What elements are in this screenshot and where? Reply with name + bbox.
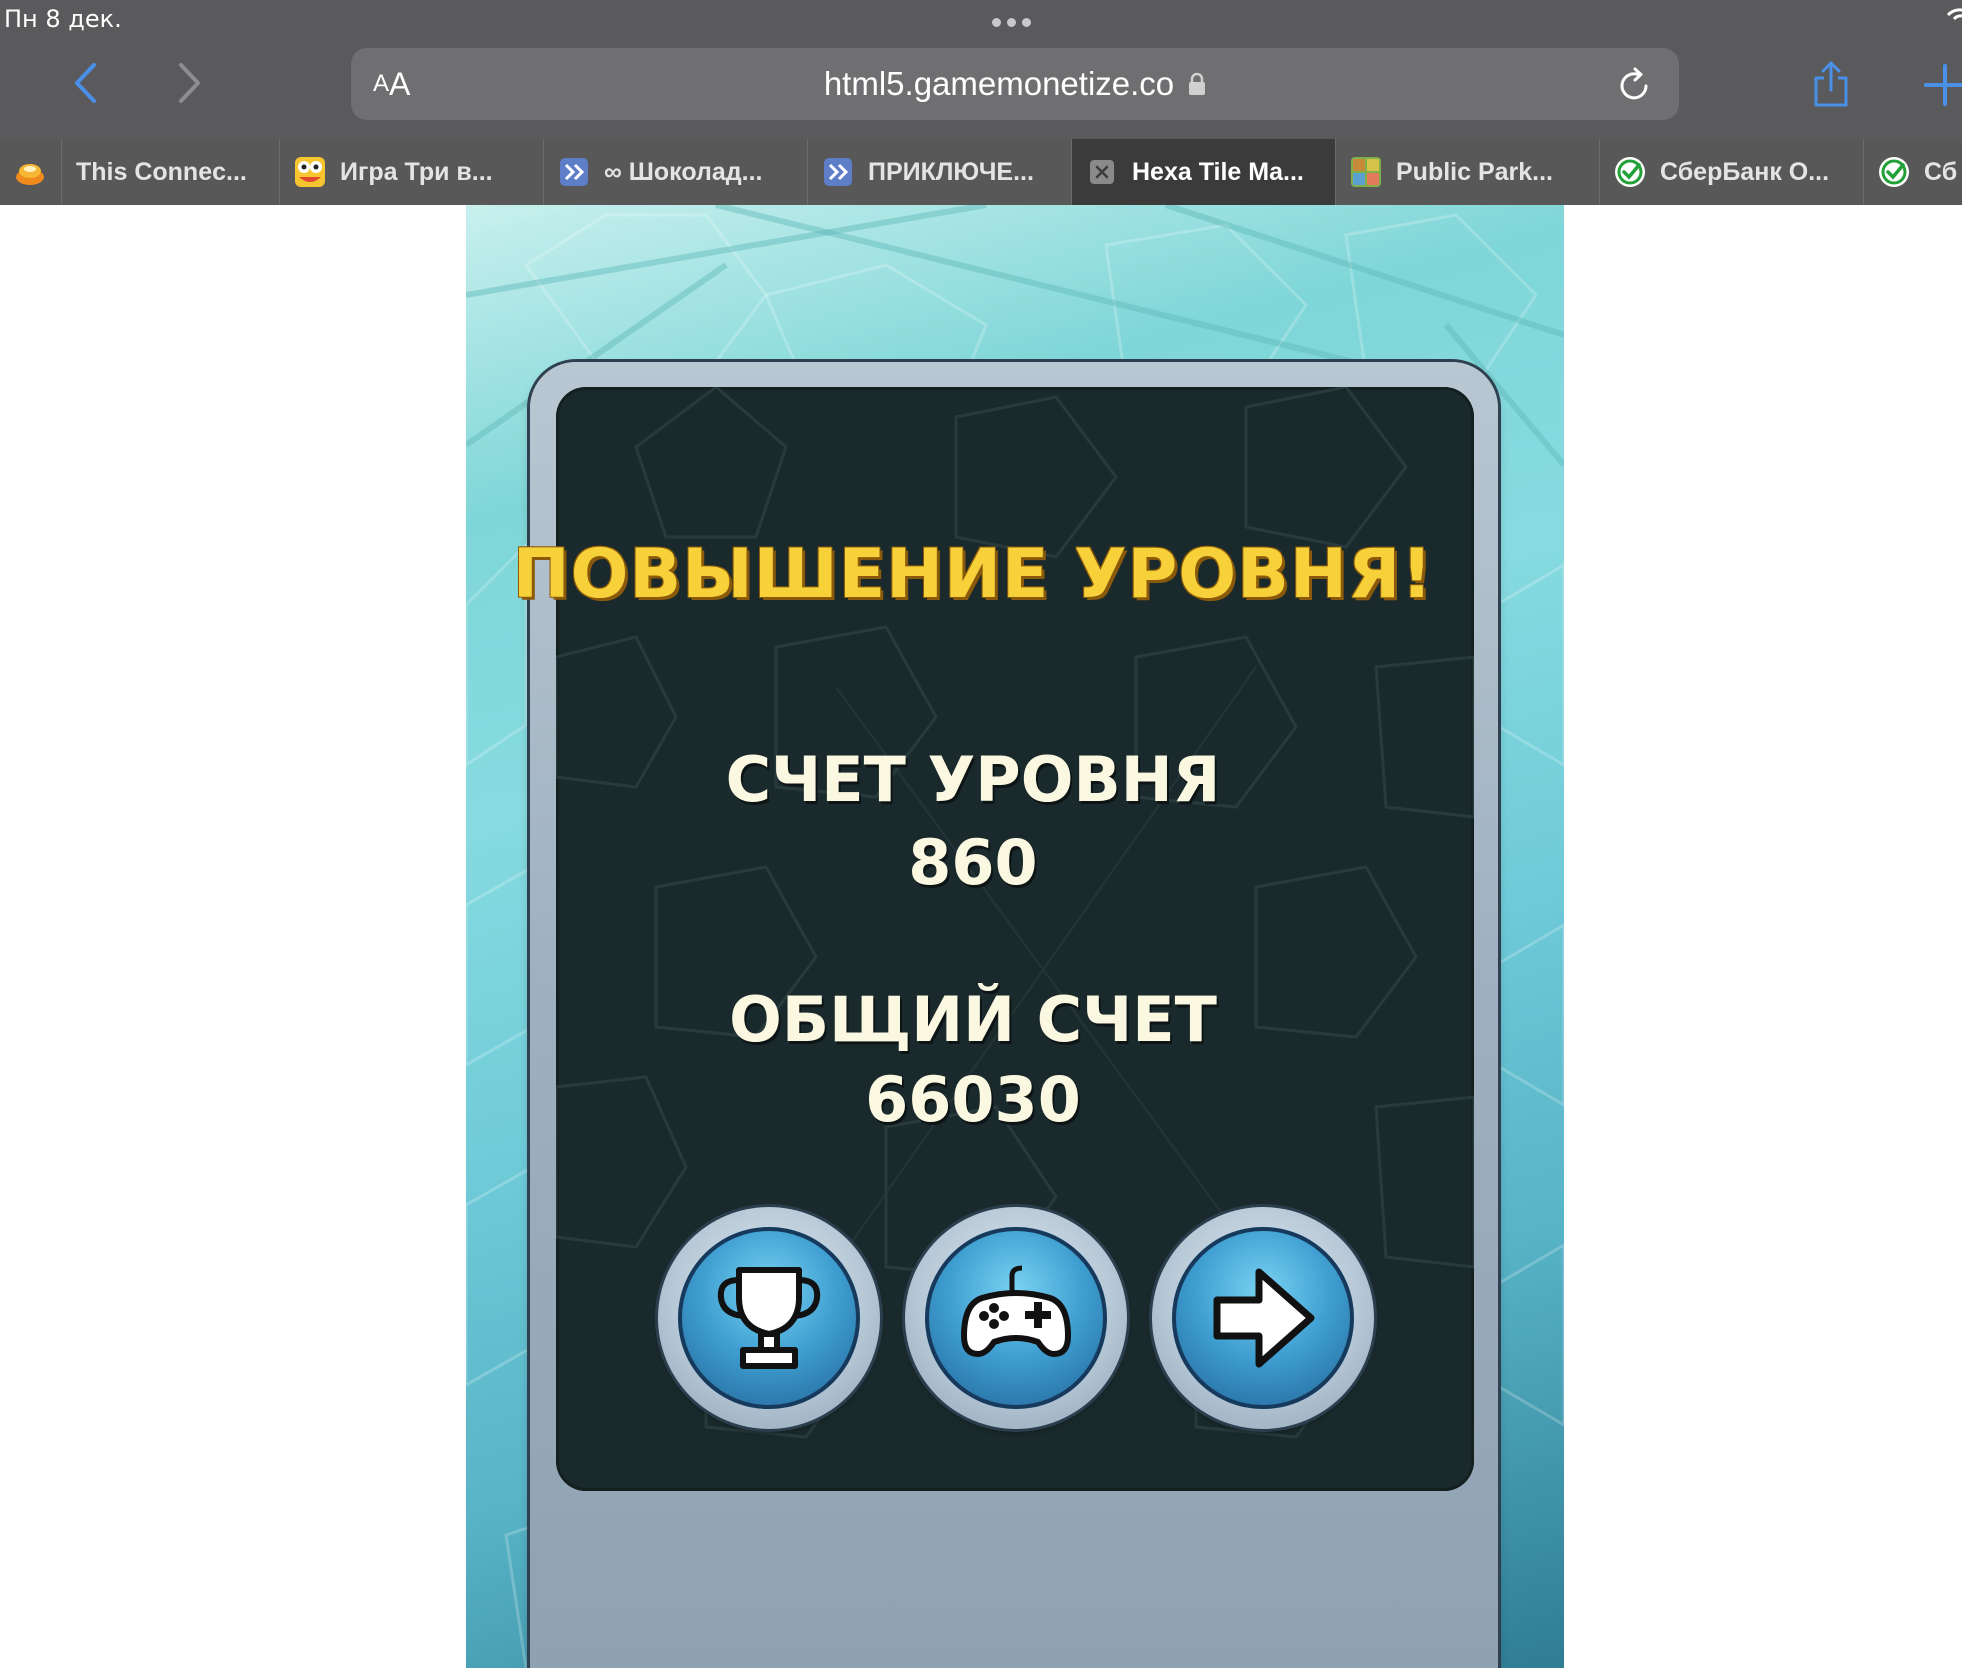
browser-toolbar: Пн 8 дек. html5.gamemonetize.co A A <box>0 0 1962 139</box>
reload-button[interactable] <box>1613 62 1657 106</box>
tab-label: Сб <box>1924 157 1958 186</box>
tab-label: СберБанк О... <box>1660 157 1830 186</box>
gamepad-icon <box>961 1265 1071 1357</box>
address-bar[interactable]: html5.gamemonetize.co AA <box>351 48 1679 120</box>
tab-bar: This Connec... Игра Три в... ∞ Шоколад..… <box>0 139 1962 205</box>
tab-three-in-row[interactable]: Игра Три в... <box>280 139 544 205</box>
park-game-icon <box>1350 156 1382 188</box>
tab-label: ПРИКЛЮЧЕ... <box>868 157 1034 186</box>
url-text: html5.gamemonetize.co <box>823 65 1175 102</box>
lock-icon <box>1189 72 1206 95</box>
back-button[interactable] <box>60 58 110 108</box>
plus-icon <box>1924 64 1962 106</box>
forward-button[interactable] <box>165 58 215 108</box>
orange-bowl-icon <box>14 156 46 188</box>
level-score-label: СЧЕТ УРОВНЯ <box>725 743 1221 816</box>
tab-hexa-tile-active[interactable]: Hexa Tile Ma... <box>1072 139 1336 205</box>
share-button[interactable] <box>1806 54 1856 114</box>
share-icon <box>1814 61 1848 107</box>
game-canvas[interactable]: ПОВЫШЕНИЕ УРОВНЯ! СЧЕТ УРОВНЯ 860 ОБЩИЙ … <box>466 205 1564 1668</box>
frog-face-icon <box>294 156 326 188</box>
total-score-label: ОБЩИЙ СЧЕТ <box>729 983 1217 1056</box>
tab-this-connect[interactable]: This Connec... <box>62 139 280 205</box>
puzzle-game-icon <box>822 156 854 188</box>
level-score-value: 860 <box>908 826 1038 899</box>
chevron-right-icon <box>179 63 200 103</box>
puzzle-game-icon <box>558 156 590 188</box>
chevron-left-icon <box>75 63 96 103</box>
tab-label: Public Park... <box>1396 157 1554 186</box>
next-level-button[interactable] <box>1152 1207 1374 1429</box>
reader-text-size-button[interactable]: AA <box>373 48 410 120</box>
tab-public-park[interactable]: Public Park... <box>1336 139 1600 205</box>
tab-adventure[interactable]: ПРИКЛЮЧЕ... <box>808 139 1072 205</box>
tab-label: This Connec... <box>76 157 247 186</box>
wifi-icon <box>1946 8 1962 21</box>
tab-sberbank[interactable]: СберБанк О... <box>1600 139 1864 205</box>
tab-chocolate[interactable]: ∞ Шоколад... <box>544 139 808 205</box>
new-tab-button[interactable] <box>1924 60 1962 110</box>
trophy-icon <box>717 1267 821 1369</box>
reload-icon <box>1620 67 1648 100</box>
leaderboard-button[interactable] <box>658 1207 880 1429</box>
status-date: Пн 8 дек. <box>4 5 122 33</box>
sberbank-icon <box>1878 156 1910 188</box>
sberbank-icon <box>1614 156 1646 188</box>
total-score-value: 66030 <box>865 1063 1081 1136</box>
tab-label: Игра Три в... <box>340 157 493 186</box>
more-games-button[interactable] <box>905 1207 1127 1429</box>
arrow-right-icon <box>1213 1268 1315 1368</box>
level-up-title: ПОВЫШЕНИЕ УРОВНЯ! <box>512 535 1434 614</box>
screen: Пн 8 дек. html5.gamemonetize.co A A This… <box>0 0 1962 1668</box>
tab-label: ∞ Шоколад... <box>604 157 763 186</box>
tab-sberbank-2[interactable]: Сб <box>1864 139 1962 205</box>
close-tab-icon[interactable] <box>1086 156 1118 188</box>
url-display[interactable]: html5.gamemonetize.co <box>351 48 1679 120</box>
multitasking-dots-icon[interactable] <box>992 18 1031 27</box>
tab-pinned[interactable] <box>0 139 62 205</box>
tab-label: Hexa Tile Ma... <box>1132 157 1304 186</box>
